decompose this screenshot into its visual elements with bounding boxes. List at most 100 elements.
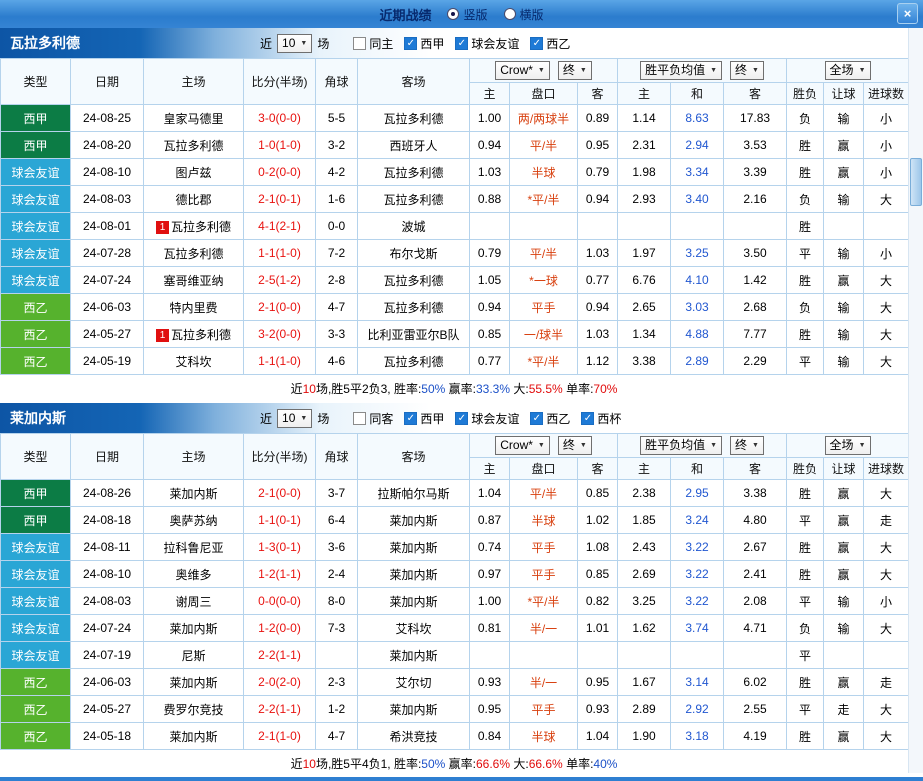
avg-selects-cell: 胜平负均值 ▼ 终 ▼ <box>617 433 788 458</box>
column-header: 客 <box>723 82 788 105</box>
close-button[interactable]: × <box>897 3 918 24</box>
filter-checkbox-西甲[interactable]: ✓ 西甲 <box>404 410 444 427</box>
odds-home-cell: 0.87 <box>469 506 510 534</box>
away-team-cell: 艾尔切 <box>357 668 470 696</box>
handicap-result-cell: 输 <box>823 587 865 615</box>
goals-result-cell: 大 <box>863 533 910 561</box>
date-cell: 24-08-26 <box>70 479 144 507</box>
games-count-select[interactable]: 10 ▼ <box>277 33 313 53</box>
odds-home-cell: 0.84 <box>469 722 510 750</box>
away-team-cell[interactable]: 瓦拉多利德 <box>357 293 470 321</box>
away-team-cell[interactable]: 瓦拉多利德 <box>357 347 470 375</box>
odds-away-cell: 1.03 <box>576 239 619 267</box>
layout-radio-vertical[interactable]: 竖版 <box>447 6 488 23</box>
odds-home-cell: 1.00 <box>469 587 510 615</box>
filter-checkbox-西乙[interactable]: ✓ 西乙 <box>530 35 570 52</box>
avg-type-select[interactable]: 胜平负均值 ▼ <box>640 61 723 80</box>
odds-time-select[interactable]: 终 ▼ <box>557 436 592 455</box>
odds-home-cell: 0.93 <box>469 668 510 696</box>
corner-cell: 4-2 <box>315 158 358 186</box>
home-team-cell: 拉科鲁尼亚 <box>143 533 244 561</box>
away-team-cell[interactable]: 瓦拉多利德 <box>357 158 470 186</box>
filter-checkbox-西乙[interactable]: ✓ 西乙 <box>530 410 570 427</box>
avg-home-cell: 2.69 <box>617 560 672 588</box>
away-team-cell[interactable]: 莱加内斯 <box>357 641 470 669</box>
filter-checkbox-西甲[interactable]: ✓ 西甲 <box>404 35 444 52</box>
avg-away-cell: 2.68 <box>723 293 788 321</box>
away-team-cell: 比利亚雷亚尔B队 <box>357 320 470 348</box>
away-team-cell[interactable]: 莱加内斯 <box>357 587 470 615</box>
match-row: 球会友谊 24-07-24 莱加内斯 1-2(0-0) 7-3 艾科坎 0.81… <box>0 614 910 642</box>
away-team-cell: 西班牙人 <box>357 131 470 159</box>
league-type-cell: 球会友谊 <box>0 239 71 267</box>
odds-home-cell: 1.00 <box>469 104 510 132</box>
avg-type-select[interactable]: 胜平负均值 ▼ <box>640 436 723 455</box>
scrollbar-thumb[interactable] <box>910 158 922 206</box>
games-unit-label: 场 <box>317 36 330 51</box>
corner-cell: 2-4 <box>315 560 358 588</box>
radio-unselected-icon <box>503 8 516 20</box>
checkbox-icon: ✓ <box>404 36 418 50</box>
result-cell: 胜 <box>786 668 825 696</box>
filter-checkbox-同主[interactable]: 同主 <box>353 35 393 52</box>
away-team-cell[interactable]: 瓦拉多利德 <box>357 104 470 132</box>
home-team-cell[interactable]: 1 瓦拉多利德 <box>143 320 244 348</box>
date-cell: 24-07-28 <box>70 239 144 267</box>
odds-away-cell: 0.85 <box>576 479 619 507</box>
home-team-cell[interactable]: 瓦拉多利德 <box>143 131 244 159</box>
column-header: 主场 <box>143 433 244 480</box>
league-type-cell: 西乙 <box>0 347 71 375</box>
checkbox-label: 球会友谊 <box>471 411 520 426</box>
summary-segment: 40% <box>593 757 618 771</box>
avg-away-cell: 3.50 <box>723 239 788 267</box>
filter-checkbox-西杯[interactable]: ✓ 西杯 <box>581 410 621 427</box>
goals-result-cell: 小 <box>863 158 910 186</box>
home-team-cell[interactable]: 莱加内斯 <box>143 668 244 696</box>
vertical-scrollbar[interactable] <box>908 28 923 773</box>
bookmaker-select[interactable]: Crow* ▼ <box>495 61 550 80</box>
scope-select[interactable]: 全场 ▼ <box>824 436 871 455</box>
home-team-cell: 图卢兹 <box>143 158 244 186</box>
league-type-cell: 西甲 <box>0 131 71 159</box>
bookmaker-select[interactable]: Crow* ▼ <box>495 436 550 455</box>
date-cell: 24-06-03 <box>70 668 144 696</box>
home-team-cell[interactable]: 莱加内斯 <box>143 722 244 750</box>
away-team-cell[interactable]: 莱加内斯 <box>357 560 470 588</box>
summary-line: 近10场,胜5平2负3, 胜率:50% 赢率:33.3% 大:55.5% 单率:… <box>0 375 908 403</box>
goals-result-cell: 小 <box>863 131 910 159</box>
home-team-cell[interactable]: 莱加内斯 <box>143 614 244 642</box>
dropdown-arrow-icon: ▼ <box>710 442 718 449</box>
filter-checkbox-同客[interactable]: 同客 <box>353 410 393 427</box>
checkbox-icon: ✓ <box>404 411 418 425</box>
layout-radio-horizontal[interactable]: 横版 <box>503 6 544 23</box>
home-team-cell[interactable]: 1 瓦拉多利德 <box>143 212 244 240</box>
filter-checkbox-球会友谊[interactable]: ✓ 球会友谊 <box>455 35 519 52</box>
odds-away-cell <box>576 641 619 669</box>
odds-away-cell: 1.03 <box>576 320 619 348</box>
away-team-cell[interactable]: 莱加内斯 <box>357 506 470 534</box>
avg-home-cell: 1.67 <box>617 668 672 696</box>
away-team-cell[interactable]: 瓦拉多利德 <box>357 266 470 294</box>
corner-cell: 7-3 <box>315 614 358 642</box>
avg-time-select[interactable]: 终 ▼ <box>730 436 764 455</box>
team-name: 瓦拉多利德 <box>10 35 80 51</box>
avg-away-cell: 2.55 <box>723 695 788 723</box>
odds-home-cell: 0.81 <box>469 614 510 642</box>
away-team-cell[interactable]: 瓦拉多利德 <box>357 185 470 213</box>
dropdown-arrow-icon: ▼ <box>579 442 587 449</box>
odds-time-select[interactable]: 终 ▼ <box>557 61 592 80</box>
home-team-cell[interactable]: 莱加内斯 <box>143 479 244 507</box>
games-count-select[interactable]: 10 ▼ <box>277 408 313 428</box>
avg-time-select[interactable]: 终 ▼ <box>730 61 764 80</box>
checkbox-label: 西乙 <box>546 411 571 426</box>
checkbox-label: 同主 <box>369 36 394 51</box>
filter-checkbox-球会友谊[interactable]: ✓ 球会友谊 <box>455 410 519 427</box>
scope-select[interactable]: 全场 ▼ <box>824 61 871 80</box>
avg-home-cell: 1.90 <box>617 722 672 750</box>
away-team-cell[interactable]: 莱加内斯 <box>357 533 470 561</box>
away-team-cell[interactable]: 莱加内斯 <box>357 695 470 723</box>
home-team-cell[interactable]: 瓦拉多利德 <box>143 239 244 267</box>
handicap-result-cell <box>823 641 865 669</box>
avg-selects-cell: 胜平负均值 ▼ 终 ▼ <box>617 58 788 83</box>
summary-segment: 赢率: <box>445 382 476 396</box>
